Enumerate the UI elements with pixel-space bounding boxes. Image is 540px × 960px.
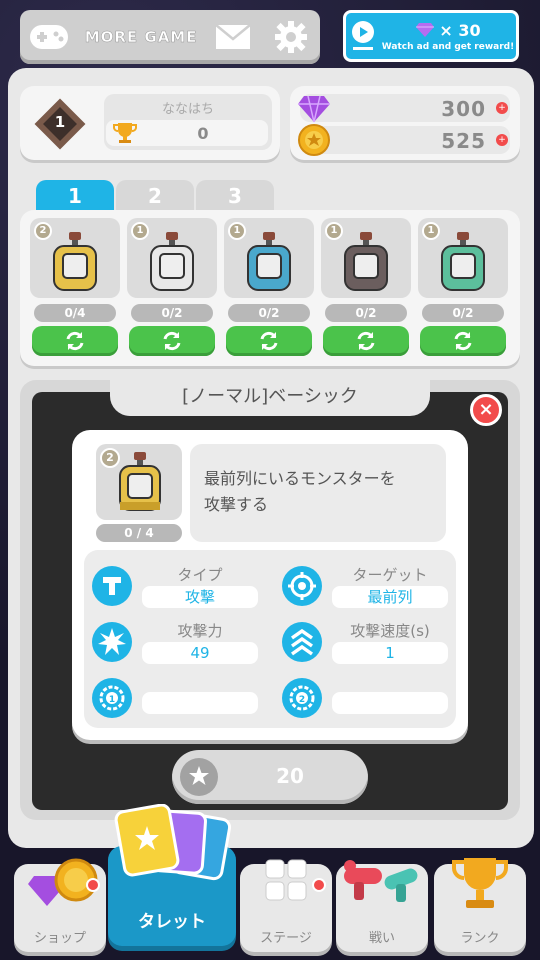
stat-attack-speed: 攻撃速度(s) 1: [278, 616, 458, 668]
turret-description: 最前列にいるモンスターを 攻撃する: [190, 444, 446, 542]
turret-slot[interactable]: 1 0/2: [321, 218, 411, 358]
turret-slot[interactable]: 1 0/2: [127, 218, 217, 358]
turret-card: 2: [96, 444, 182, 520]
turret-icon: [247, 232, 291, 291]
type-icon: [92, 566, 132, 606]
stats-panel: タイプ 攻撃 ターゲット 最前列 攻撃力 49 攻撃速度(s) 1 1 2: [84, 550, 456, 728]
nav-rank[interactable]: ランク: [434, 858, 526, 952]
ad-label: Watch ad and get reward!: [381, 41, 515, 52]
card-progress: 0/2: [422, 304, 504, 322]
more-game-button[interactable]: MORE GAME: [84, 29, 198, 45]
gem-icon: [296, 90, 332, 126]
nav-battle[interactable]: 戦い: [336, 860, 428, 952]
rank-number: 1: [54, 113, 66, 131]
turret-slot[interactable]: 1 0/2: [418, 218, 508, 358]
notification-dot: [86, 878, 100, 892]
turret-page-tabs: 1 2 3: [36, 180, 274, 212]
coin-icon: [180, 758, 218, 796]
coin-balance[interactable]: 525 +: [298, 124, 510, 156]
player-name: ななはち: [161, 102, 214, 117]
gear-icon[interactable]: [269, 19, 313, 55]
gem-icon: [416, 23, 435, 37]
video-play-icon: [346, 16, 380, 56]
tab-2[interactable]: 2: [116, 180, 194, 212]
mail-icon[interactable]: [211, 19, 255, 55]
turret-card[interactable]: 1: [127, 218, 217, 298]
close-button[interactable]: ×: [470, 394, 502, 426]
turret-card[interactable]: 1: [321, 218, 411, 298]
turret-list: 2 0/4 1 0/2 1 0/2 1 0/2 1 0/2: [20, 210, 520, 366]
turret-icon: [53, 232, 97, 291]
upgrade-button[interactable]: [129, 326, 215, 356]
add-gems-icon[interactable]: +: [496, 102, 508, 114]
refresh-icon: [66, 331, 84, 351]
detail-title: [ノーマル]ベーシック: [110, 378, 430, 416]
currency-panel: 300 + 525 +: [290, 86, 520, 160]
ad-reward-count: × 30: [439, 20, 481, 40]
stat-type: タイプ 攻撃: [88, 560, 268, 612]
refresh-icon: [260, 331, 278, 351]
nav-stage[interactable]: ステージ: [240, 859, 332, 952]
trophy-count: 0: [197, 123, 209, 143]
turret-icon: [150, 232, 194, 291]
add-coins-icon[interactable]: +: [496, 134, 508, 146]
coin-icon: [296, 122, 332, 158]
stat-attack-power: 攻撃力 49: [88, 616, 268, 668]
card-progress: 0/2: [325, 304, 407, 322]
gem-balance[interactable]: 300 +: [298, 94, 510, 123]
turret-slot[interactable]: 1 0/2: [224, 218, 314, 358]
rank-badge-icon: 1: [32, 96, 88, 152]
ray-gun-icon: [340, 854, 424, 914]
svg-text:1: 1: [109, 695, 115, 705]
stat-slot-2: 2: [278, 672, 458, 724]
nav-shop[interactable]: ショップ: [14, 858, 106, 952]
tab-1[interactable]: 1: [36, 180, 114, 212]
svg-text:2: 2: [299, 695, 305, 705]
upgrade-cost-button[interactable]: 20: [172, 750, 368, 804]
gamepad-icon[interactable]: [27, 19, 71, 55]
cards-icon: [114, 804, 232, 881]
nav-turret[interactable]: タレット: [108, 804, 236, 946]
shop-icon: [28, 854, 98, 914]
stat-slot-1: 1: [88, 672, 268, 724]
upgrade-button[interactable]: [323, 326, 409, 356]
refresh-icon: [454, 331, 472, 351]
turret-detail-popup: 2 0 / 4 最前列にいるモンスターを 攻撃する タイプ 攻撃 ターゲット 最…: [72, 430, 468, 740]
tab-3[interactable]: 3: [196, 180, 274, 212]
gem-amount: 300: [441, 97, 486, 121]
card-progress: 0/2: [228, 304, 310, 322]
turret-icon: [119, 452, 161, 511]
trophy-icon: [113, 123, 137, 143]
turret-icon: [344, 232, 388, 291]
card-progress: 0 / 4: [96, 524, 182, 542]
turret-card[interactable]: 1: [224, 218, 314, 298]
trophy-icon: [448, 854, 512, 914]
turret-card[interactable]: 2: [30, 218, 120, 298]
top-bar: MORE GAME: [20, 10, 320, 64]
notification-dot: [312, 878, 326, 892]
chevrons-up-icon: [282, 622, 322, 662]
bottom-navigation: ショップ タレット ステージ 戦い ランク: [0, 804, 540, 960]
upgrade-cost: 20: [276, 764, 304, 788]
target-icon: [282, 566, 322, 606]
upgrade-button[interactable]: [32, 326, 118, 356]
stat-target: ターゲット 最前列: [278, 560, 458, 612]
upgrade-button[interactable]: [420, 326, 506, 356]
coin-amount: 525: [441, 129, 486, 153]
card-progress: 0/4: [34, 304, 116, 322]
refresh-icon: [163, 331, 181, 351]
gear-2-icon: 2: [282, 678, 322, 718]
player-profile[interactable]: 1 ななはち 0: [20, 86, 280, 160]
burst-icon: [92, 622, 132, 662]
gear-1-icon: 1: [92, 678, 132, 718]
upgrade-button[interactable]: [226, 326, 312, 356]
watch-ad-button[interactable]: × 30 Watch ad and get reward!: [343, 10, 519, 62]
card-progress: 0/2: [131, 304, 213, 322]
stage-grid-icon: [254, 854, 318, 914]
turret-icon: [441, 232, 485, 291]
turret-slot[interactable]: 2 0/4: [30, 218, 120, 358]
refresh-icon: [357, 331, 375, 351]
turret-card[interactable]: 1: [418, 218, 508, 298]
